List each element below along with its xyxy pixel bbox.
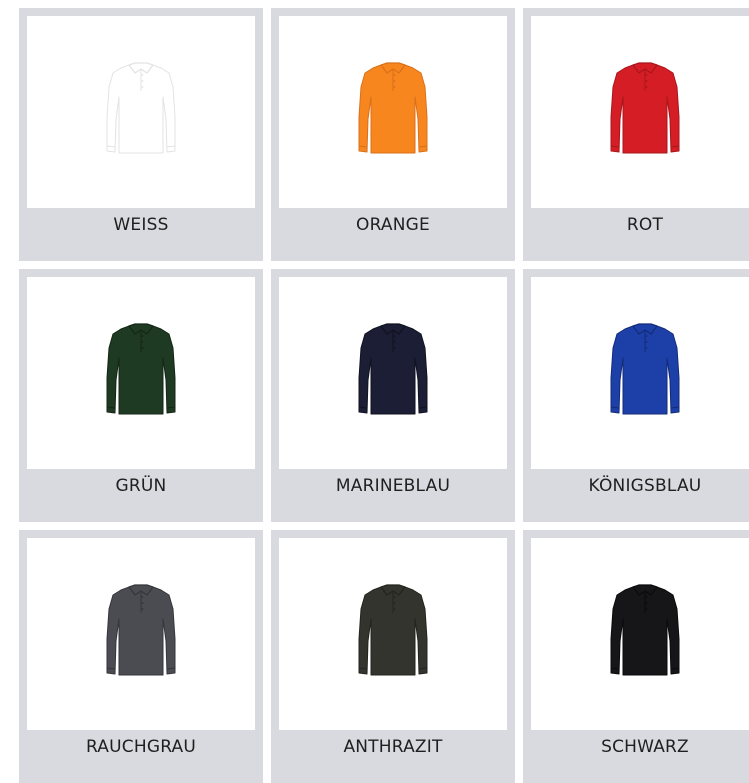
product-image bbox=[279, 538, 507, 730]
swatch-label: KÖNIGSBLAU bbox=[588, 476, 702, 496]
polo-shirt-icon bbox=[106, 323, 176, 415]
color-swatch-grid: WEISS ORANGE ROT GRÜN MARINEBLAU KÖNIGSB… bbox=[0, 0, 749, 783]
swatch-card-gruen[interactable]: GRÜN bbox=[19, 269, 263, 522]
product-image bbox=[279, 277, 507, 469]
product-image bbox=[27, 16, 255, 208]
swatch-label: ANTHRAZIT bbox=[343, 737, 443, 757]
swatch-card-schwarz[interactable]: SCHWARZ bbox=[523, 530, 749, 783]
swatch-label: WEISS bbox=[113, 215, 169, 235]
swatch-card-anthrazit[interactable]: ANTHRAZIT bbox=[271, 530, 515, 783]
polo-shirt-icon bbox=[358, 62, 428, 154]
product-image bbox=[279, 16, 507, 208]
swatch-card-marineblau[interactable]: MARINEBLAU bbox=[271, 269, 515, 522]
polo-shirt-icon bbox=[106, 62, 176, 154]
polo-shirt-icon bbox=[358, 323, 428, 415]
product-image bbox=[531, 538, 749, 730]
product-image bbox=[531, 16, 749, 208]
swatch-card-rauchgrau[interactable]: RAUCHGRAU bbox=[19, 530, 263, 783]
swatch-label: ROT bbox=[626, 215, 664, 235]
swatch-label: GRÜN bbox=[115, 476, 167, 496]
swatch-label: MARINEBLAU bbox=[335, 476, 451, 496]
polo-shirt-icon bbox=[610, 323, 680, 415]
polo-shirt-icon bbox=[610, 62, 680, 154]
swatch-label: SCHWARZ bbox=[601, 737, 689, 757]
product-image bbox=[531, 277, 749, 469]
swatch-label: ORANGE bbox=[356, 215, 430, 235]
polo-shirt-icon bbox=[610, 584, 680, 676]
polo-shirt-icon bbox=[106, 584, 176, 676]
swatch-card-koenigsblau[interactable]: KÖNIGSBLAU bbox=[523, 269, 749, 522]
swatch-card-orange[interactable]: ORANGE bbox=[271, 8, 515, 261]
polo-shirt-icon bbox=[358, 584, 428, 676]
product-image bbox=[27, 538, 255, 730]
product-image bbox=[27, 277, 255, 469]
swatch-label: RAUCHGRAU bbox=[85, 737, 197, 757]
swatch-card-rot[interactable]: ROT bbox=[523, 8, 749, 261]
swatch-card-weiss[interactable]: WEISS bbox=[19, 8, 263, 261]
